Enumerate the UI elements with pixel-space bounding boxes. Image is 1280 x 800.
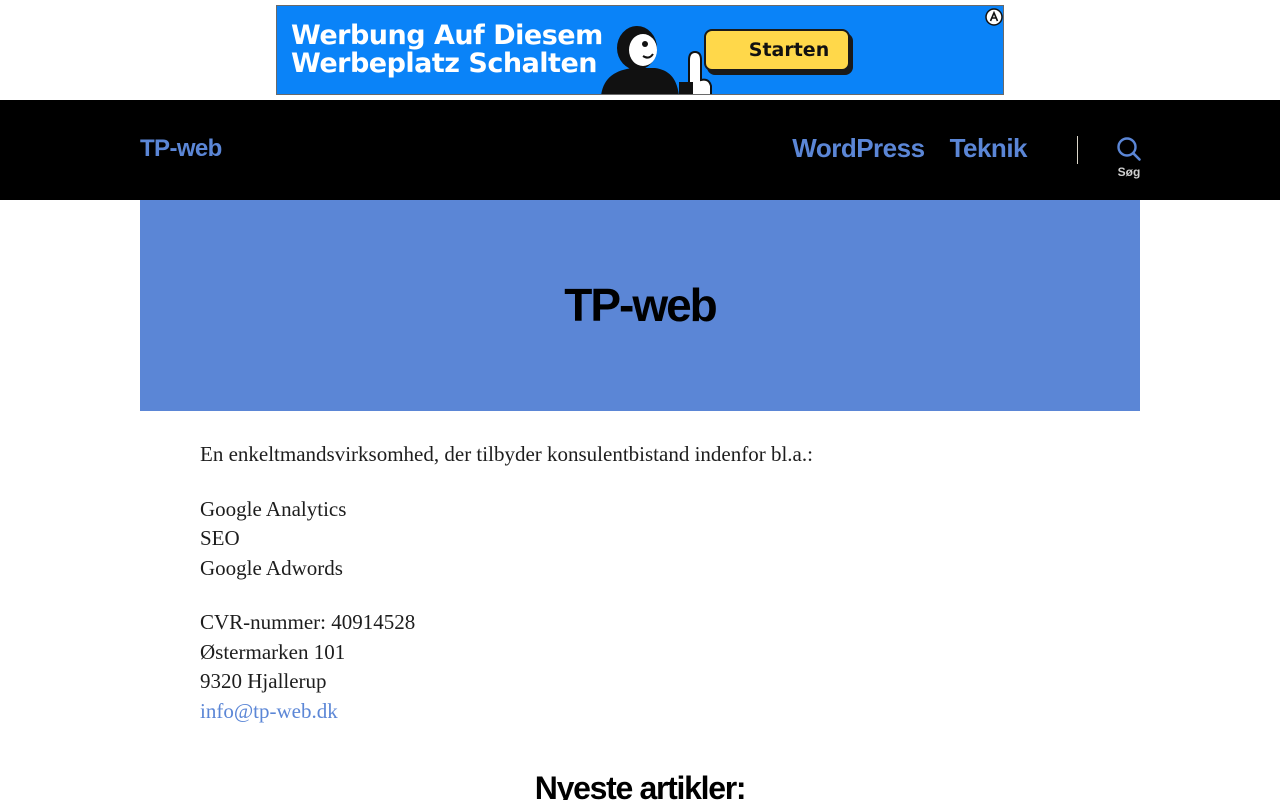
ad-headline-line2: Werbeplatz Schalten (291, 48, 598, 79)
service-item: Google Adwords (200, 555, 343, 580)
nav-item-wordpress[interactable]: WordPress (792, 133, 925, 164)
ad-strip: Werbung Auf Diesem Werbeplatz Schalten S… (0, 0, 1280, 100)
search-label: Søg (1117, 165, 1141, 179)
ad-headline-line1: Werbung Auf Diesem (291, 20, 603, 51)
site-title-link[interactable]: TP-web (140, 135, 222, 163)
email-link[interactable]: info@tp-web.dk (200, 697, 1080, 727)
latest-articles-heading: Nyeste artikler: (534, 770, 747, 800)
services-list: Google Analytics SEO Google Adwords (200, 495, 1080, 584)
ad-start-button[interactable]: Starten (704, 29, 850, 71)
search-icon (1117, 137, 1141, 161)
cvr-number: CVR-nummer: 40914528 (200, 610, 416, 634)
street-address: Østermarken 101 (200, 639, 346, 664)
nav-divider (1077, 136, 1078, 164)
hero-banner: TP-web (140, 200, 1140, 411)
adsense-badge-icon[interactable] (985, 8, 1003, 26)
nav-item-teknik[interactable]: Teknik (950, 133, 1028, 164)
intro-paragraph: En enkeltmandsvirksomhed, der tilbyder k… (200, 442, 813, 466)
page-title: TP-web (564, 279, 718, 331)
company-info: CVR-nummer: 40914528 Østermarken 101 932… (200, 608, 1080, 726)
service-item: Google Analytics (200, 496, 347, 521)
city-address: 9320 Hjallerup (200, 669, 327, 693)
ad-banner[interactable]: Werbung Auf Diesem Werbeplatz Schalten S… (276, 5, 1004, 95)
ad-headline: Werbung Auf Diesem Werbeplatz Schalten (291, 22, 603, 78)
ad-character-illustration (601, 26, 712, 94)
site-header: TP-web WordPress Teknik Søg (0, 100, 1280, 200)
service-item: SEO (200, 526, 240, 550)
primary-nav: WordPress Teknik (792, 133, 1027, 164)
search-toggle-button[interactable]: Søg (1106, 136, 1152, 186)
main-content: En enkeltmandsvirksomhed, der tilbyder k… (200, 440, 1080, 751)
